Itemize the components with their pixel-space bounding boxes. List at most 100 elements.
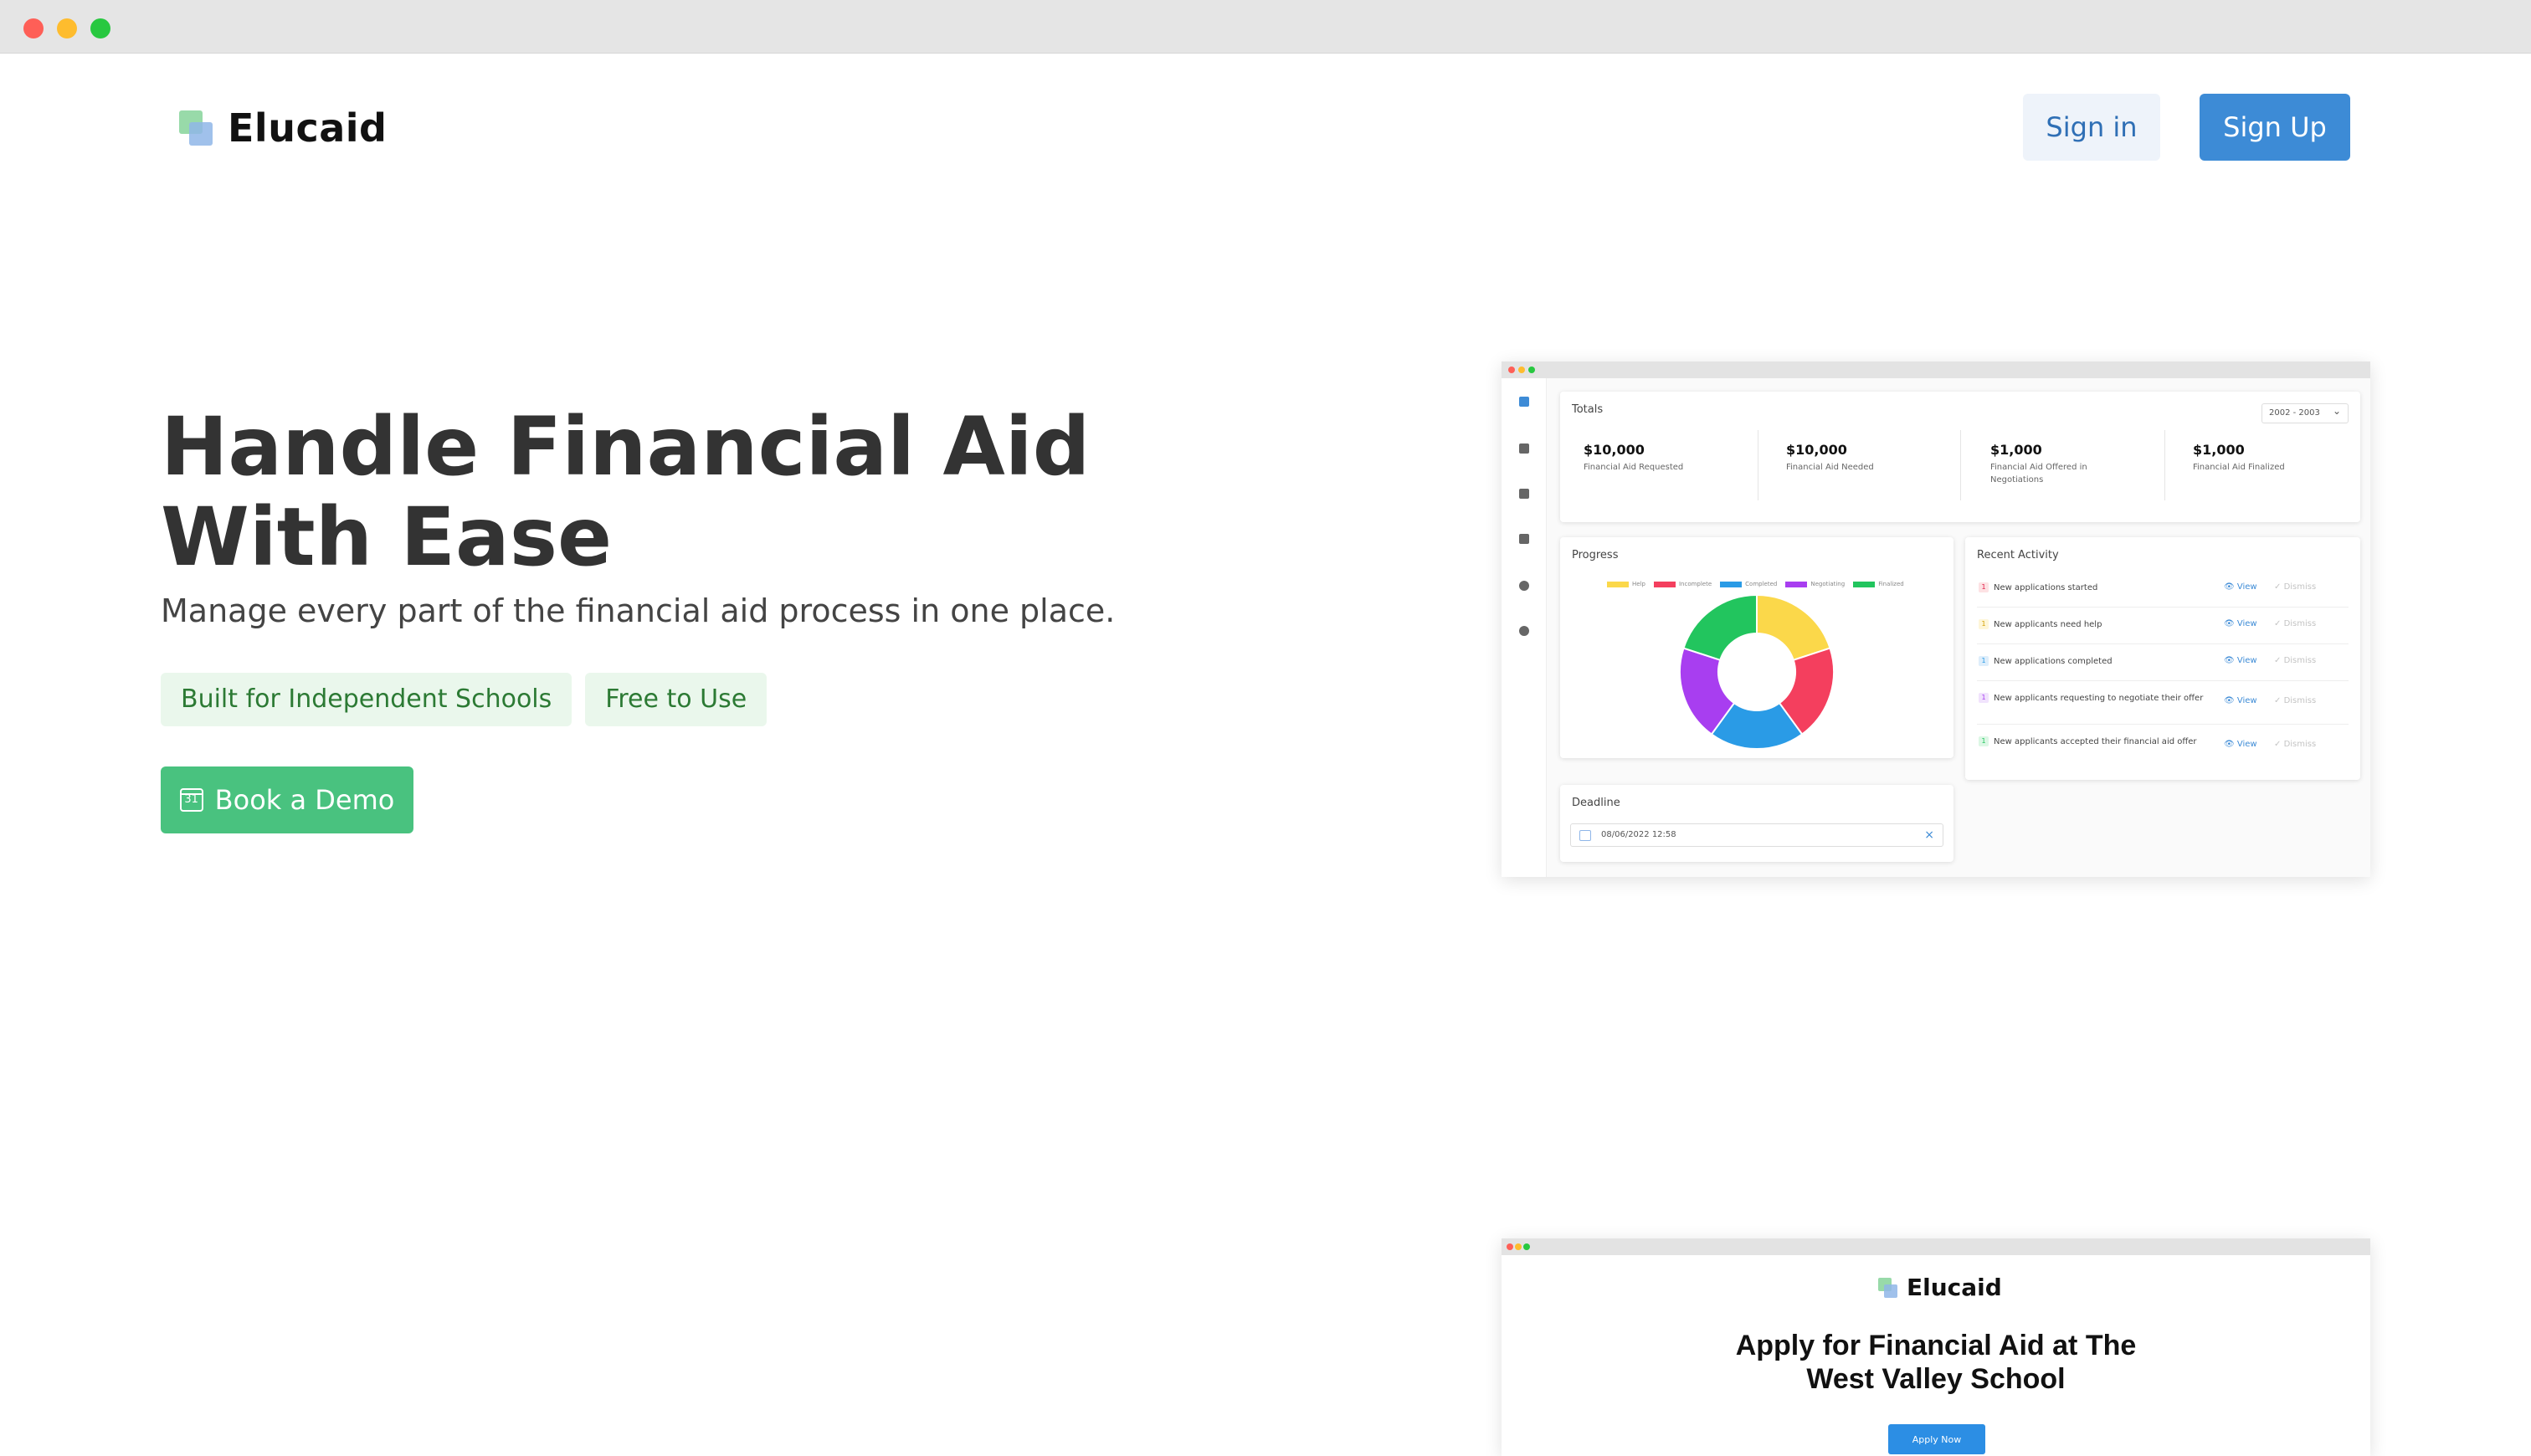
dismiss-link[interactable]: ✓ Dismiss <box>2274 740 2316 749</box>
view-link[interactable]: 👁 View <box>2224 619 2257 628</box>
minimize-window-button[interactable] <box>57 18 77 38</box>
logo-icon <box>1878 1277 1898 1298</box>
apply-logo-text: Elucaid <box>1907 1274 2002 1301</box>
preview-minimize-dot <box>1518 367 1525 373</box>
totals-card: Totals 2002 - 2003 $10,000 Financial Aid… <box>1560 392 2360 522</box>
book-demo-button[interactable]: 31 Book a Demo <box>161 766 413 833</box>
view-link[interactable]: 👁 View <box>2224 582 2257 592</box>
year-select[interactable]: 2002 - 2003 <box>2261 402 2349 423</box>
deadline-title: Deadline <box>1572 797 1620 809</box>
activity-row: 1 New applications started 👁 View ✓ Dism… <box>1977 571 2349 608</box>
activity-text: New applicants requesting to negotiate t… <box>1994 694 2204 703</box>
legend-item-negotiating: Negotiating <box>1785 581 1845 587</box>
user-icon <box>1519 626 1529 636</box>
stat-finalized: $1,000 Financial Aid Finalized <box>2193 442 2370 474</box>
sign-up-button[interactable]: Sign Up <box>2200 94 2350 161</box>
badge-free-to-use: Free to Use <box>585 673 768 726</box>
badge-independent-schools: Built for Independent Schools <box>161 673 572 726</box>
maximize-window-button[interactable] <box>90 18 110 38</box>
preview-minimize-dot <box>1515 1243 1522 1250</box>
document-icon <box>1519 489 1529 499</box>
apply-title-line2: West Valley School <box>1806 1363 2066 1395</box>
activity-row: 1 New applicants requesting to negotiate… <box>1977 681 2349 725</box>
stat-requested-value: $10,000 <box>1584 442 1645 458</box>
activity-count-badge: 1 <box>1979 693 1989 703</box>
dismiss-link[interactable]: ✓ Dismiss <box>2274 656 2316 665</box>
apply-title: Apply for Financial Aid at The West Vall… <box>1502 1329 2370 1396</box>
grid-icon <box>1519 397 1529 407</box>
stat-offered-label: Financial Aid Offered in Negotiations <box>1990 463 2087 484</box>
recent-activity-title: Recent Activity <box>1977 549 2059 561</box>
window-titlebar <box>0 0 2531 54</box>
deadline-value: 08/06/2022 12:58 <box>1601 830 1676 839</box>
hero-subtitle: Manage every part of the financial aid p… <box>161 592 1116 629</box>
preview-titlebar <box>1502 361 2370 378</box>
progress-card: Progress Help Incomplete Completed Negot… <box>1560 537 1953 758</box>
sign-in-button[interactable]: Sign in <box>2023 94 2160 161</box>
folder-icon <box>1519 534 1529 544</box>
activity-row: 1 New applicants accepted their financia… <box>1977 725 2349 768</box>
legend-item-completed: Completed <box>1720 581 1777 587</box>
stat-offered: $1,000 Financial Aid Offered in Negotiat… <box>1990 442 2174 486</box>
totals-title: Totals <box>1572 403 1604 416</box>
deadline-input[interactable]: 08/06/2022 12:58 × <box>1570 823 1943 847</box>
stat-finalized-value: $1,000 <box>2193 442 2245 458</box>
stat-finalized-label: Financial Aid Finalized <box>2193 463 2285 472</box>
legend-item-finalized: Finalized <box>1853 581 1904 587</box>
activity-text: New applications started <box>1994 583 2098 592</box>
activity-count-badge: 1 <box>1979 619 1989 629</box>
stat-requested-label: Financial Aid Requested <box>1584 463 1684 472</box>
progress-legend: Help Incomplete Completed Negotiating Fi… <box>1607 581 1904 587</box>
legend-item-incomplete: Incomplete <box>1653 581 1712 587</box>
preview-sidebar <box>1502 378 1547 877</box>
preview-maximize-dot <box>1528 367 1535 373</box>
preview-maximize-dot <box>1523 1243 1530 1250</box>
logo-icon <box>179 110 214 146</box>
apply-logo: Elucaid <box>1878 1274 2002 1301</box>
dismiss-link[interactable]: ✓ Dismiss <box>2274 619 2316 628</box>
divider <box>2164 430 2165 500</box>
clear-icon[interactable]: × <box>1924 824 1934 846</box>
view-link[interactable]: 👁 View <box>2224 696 2257 705</box>
brand-logo[interactable]: Elucaid <box>179 105 387 151</box>
stat-offered-value: $1,000 <box>1990 442 2042 458</box>
dashboard-preview: Totals 2002 - 2003 $10,000 Financial Aid… <box>1502 361 2370 877</box>
divider <box>1960 430 1961 500</box>
progress-donut-chart <box>1679 593 1835 750</box>
apply-title-line1: Apply for Financial Aid at The <box>1735 1330 2137 1361</box>
hero-title: Handle Financial Aid With Ease <box>161 400 1091 584</box>
apply-now-button[interactable]: Apply Now <box>1888 1424 1985 1454</box>
apply-page-preview: Elucaid Apply for Financial Aid at The W… <box>1502 1238 2370 1456</box>
preview-close-dot <box>1508 367 1515 373</box>
activity-text: New applicants need help <box>1994 620 2102 629</box>
dismiss-link[interactable]: ✓ Dismiss <box>2274 696 2316 705</box>
close-window-button[interactable] <box>23 18 44 38</box>
preview-titlebar <box>1502 1238 2370 1255</box>
mail-icon <box>1519 443 1529 454</box>
activity-count-badge: 1 <box>1979 656 1989 666</box>
progress-title: Progress <box>1572 549 1619 561</box>
donut-slice-help <box>1756 593 1831 662</box>
stat-needed-value: $10,000 <box>1786 442 1847 458</box>
deadline-card: Deadline 08/06/2022 12:58 × <box>1560 785 1953 862</box>
activity-row: 1 New applications completed 👁 View ✓ Di… <box>1977 644 2349 681</box>
feature-badges: Built for Independent Schools Free to Us… <box>161 673 768 726</box>
preview-close-dot <box>1507 1243 1513 1250</box>
stat-requested: $10,000 Financial Aid Requested <box>1584 442 1768 474</box>
book-demo-label: Book a Demo <box>214 784 395 816</box>
view-link[interactable]: 👁 View <box>2224 656 2257 665</box>
activity-count-badge: 1 <box>1979 736 1989 746</box>
activity-text: New applications completed <box>1994 657 2113 666</box>
calendar-icon <box>1579 830 1591 841</box>
view-link[interactable]: 👁 View <box>2224 740 2257 749</box>
legend-item-help: Help <box>1607 581 1645 587</box>
donut-slice-finalized <box>1682 593 1758 662</box>
activity-count-badge: 1 <box>1979 582 1989 592</box>
stat-needed: $10,000 Financial Aid Needed <box>1786 442 1970 474</box>
calendar-icon: 31 <box>179 788 203 812</box>
stat-needed-label: Financial Aid Needed <box>1786 463 1874 472</box>
dismiss-link[interactable]: ✓ Dismiss <box>2274 582 2316 592</box>
recent-activity-card: Recent Activity 1 New applications start… <box>1965 537 2360 780</box>
brand-name: Elucaid <box>228 105 388 151</box>
activity-row: 1 New applicants need help 👁 View ✓ Dism… <box>1977 608 2349 644</box>
